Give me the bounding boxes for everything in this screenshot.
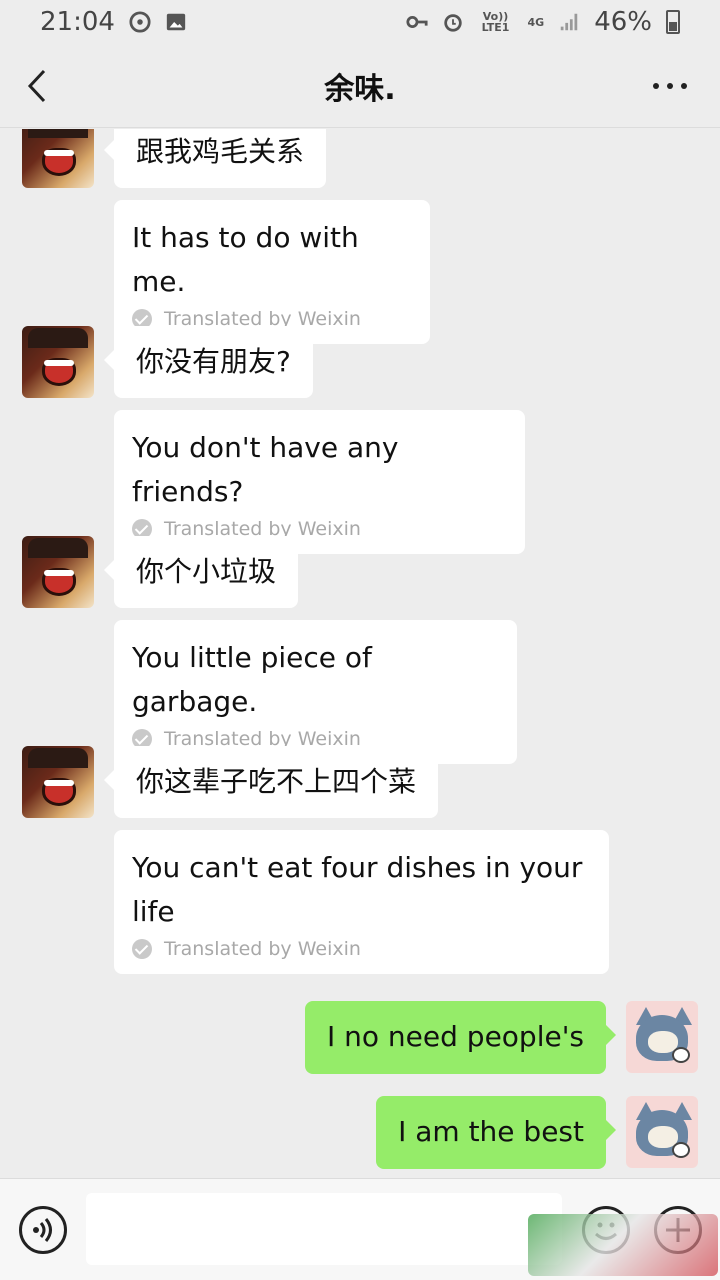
- battery-percent: 46%: [594, 7, 652, 37]
- alarm-icon: [443, 14, 462, 32]
- translation-box[interactable]: You can't eat four dishes in your life T…: [114, 830, 609, 974]
- message-bubble[interactable]: 你个小垃圾: [103, 536, 299, 608]
- contact-avatar[interactable]: [22, 536, 94, 608]
- voice-input-button[interactable]: [19, 1206, 67, 1254]
- translation-text: You don't have any friends?: [132, 431, 399, 508]
- my-avatar[interactable]: [626, 1096, 698, 1168]
- back-arrow-icon[interactable]: [22, 66, 52, 106]
- message-text: I am the best: [398, 1115, 584, 1148]
- check-icon: [132, 939, 152, 959]
- volte-indicator: Vo)) LTE1: [481, 10, 510, 34]
- translated-by-label: Translated by Weixin: [164, 938, 361, 960]
- message-list[interactable]: 跟我鸡毛关系 It has to do with me. Translated …: [0, 129, 720, 1178]
- clock: 21:04: [40, 7, 115, 37]
- status-right: Vo)) LTE1 4G 46%: [405, 7, 680, 37]
- voice-icon: [33, 1218, 52, 1242]
- image-icon: [166, 13, 186, 31]
- contact-avatar[interactable]: [22, 746, 94, 818]
- message-input[interactable]: [86, 1193, 562, 1265]
- contact-avatar[interactable]: [22, 129, 94, 188]
- hotspot-icon: [129, 11, 151, 33]
- message-text: 你这辈子吃不上四个菜: [136, 765, 417, 798]
- translation-box[interactable]: You don't have any friends? Translated b…: [114, 410, 525, 554]
- my-message-bubble[interactable]: I am the best: [376, 1096, 616, 1169]
- message-bubble[interactable]: 你这辈子吃不上四个菜: [103, 746, 439, 818]
- signal-icon: [560, 13, 578, 31]
- chat-title: 余味.: [324, 71, 396, 107]
- message-text: I no need people's: [326, 1020, 584, 1053]
- battery-icon: [666, 10, 680, 34]
- translation-box[interactable]: You little piece of garbage. Translated …: [114, 620, 517, 764]
- vpn-key-icon: [405, 16, 428, 28]
- message-text: 你个小垃圾: [136, 555, 277, 588]
- status-bar: 21:04 Vo)) LTE1 4G 46%: [0, 0, 720, 44]
- watermark-logo: [528, 1214, 718, 1276]
- translation-text: You can't eat four dishes in your life: [132, 851, 583, 928]
- translation-text: It has to do with me.: [132, 221, 359, 298]
- translation-text: You little piece of garbage.: [132, 641, 372, 718]
- message-text: 你没有朋友?: [136, 345, 291, 378]
- contact-avatar[interactable]: [22, 326, 94, 398]
- translation-box[interactable]: It has to do with me. Translated by Weix…: [114, 200, 430, 344]
- message-bubble[interactable]: 跟我鸡毛关系: [103, 129, 327, 188]
- network-indicator: 4G: [527, 15, 545, 29]
- my-avatar[interactable]: [626, 1001, 698, 1073]
- translation-note: Translated by Weixin: [132, 938, 591, 960]
- status-left: 21:04: [40, 7, 187, 37]
- message-bubble[interactable]: 你没有朋友?: [104, 326, 313, 398]
- my-message-bubble[interactable]: I no need people's: [304, 1001, 617, 1074]
- message-text: 跟我鸡毛关系: [136, 135, 305, 168]
- more-options-icon[interactable]: [650, 74, 690, 98]
- chat-header: 余味.: [0, 44, 720, 128]
